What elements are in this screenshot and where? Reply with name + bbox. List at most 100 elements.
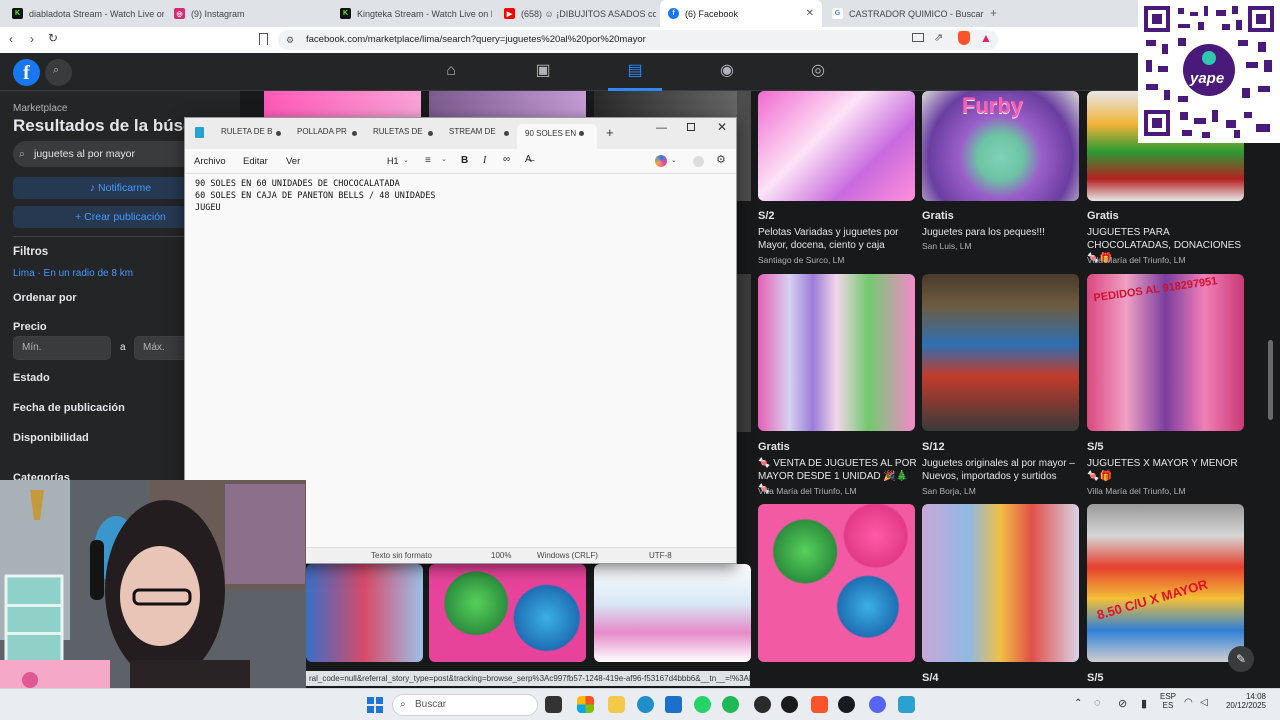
notepad-tab[interactable]: RULETAS DE [373,127,423,136]
brave-rewards-icon[interactable]: ▲ [980,31,992,45]
groups-icon[interactable]: ◉ [717,61,737,81]
site-info-icon[interactable]: ⚙ [286,30,294,50]
listing-image[interactable] [758,91,915,201]
reload-icon[interactable]: ↻ [48,31,58,45]
listing-image[interactable]: PEDIDOS AL 918297951 [1087,274,1244,431]
heading-dropdown[interactable]: H1 [387,156,399,166]
listing-image[interactable] [306,564,423,662]
list-icon[interactable]: ≡ [425,155,431,166]
listing-image[interactable]: 8.50 C/U X MAYOR [1087,504,1244,662]
minimize-icon[interactable]: — [656,122,667,134]
availability-filter[interactable]: Disponibilidad [13,432,89,444]
scrollbar[interactable] [1268,340,1273,420]
notepad-text-area[interactable]: 90 SOLES EN 60 UNIDADES DE CHOCOCALATADA… [195,178,436,214]
unsaved-dot-icon [428,131,433,136]
obs-icon[interactable] [754,696,771,713]
italic-icon[interactable]: I [483,155,486,166]
listing-image[interactable] [758,274,915,431]
language-indicator[interactable]: ESP ES [1160,692,1176,710]
back-icon[interactable]: ‹ [9,32,13,46]
brave-icon[interactable] [811,696,828,713]
edge-icon[interactable] [637,696,654,713]
gaming-icon[interactable]: ◎ [808,61,828,81]
taskbar-search-input[interactable]: ⌕ Buscar [392,694,538,716]
listing-image[interactable] [922,504,1079,662]
status-zoom[interactable]: 100% [491,551,511,560]
close-icon[interactable]: ✕ [806,8,814,19]
tab-kick-kingteka[interactable]: K Kingteka Stream - Watch Live on Kick [332,0,492,27]
whatsapp-icon[interactable] [694,696,711,713]
app-icon[interactable] [781,696,798,713]
tab-kick-diabladota[interactable]: K diabladota Stream - Watch Live on Ki [4,0,164,27]
listing-title[interactable]: Juguetes para los peques!!! [922,226,1082,239]
listing-image[interactable] [264,91,421,117]
compose-icon[interactable]: ✎ [1228,646,1254,672]
listing-image[interactable] [429,564,586,662]
steam-icon[interactable] [838,696,855,713]
home-icon[interactable]: ⌂ [441,61,461,81]
location-filter[interactable]: Lima · En un radio de 8 km [13,268,133,279]
notification-off-icon[interactable]: ⊘ [1118,697,1127,710]
clear-format-icon[interactable]: A̶ [525,154,532,165]
search-button[interactable]: ⌕ [45,59,72,86]
menu-file[interactable]: Archivo [194,156,226,167]
gear-icon[interactable]: ⚙ [716,153,726,166]
account-icon[interactable] [693,156,704,167]
clock[interactable]: 14:08 20/12/2025 [1214,692,1266,710]
link-icon[interactable]: ∞ [503,154,510,165]
notepad-icon[interactable] [898,696,915,713]
notepad-tab[interactable]: RULETA DE B [221,127,272,136]
copilot-icon[interactable] [655,155,667,167]
menu-view[interactable]: Ver [286,156,300,167]
notepad-tab[interactable]: STREAM DE [449,127,496,136]
new-tab-button[interactable]: + [990,6,997,20]
facebook-logo[interactable]: f [13,59,40,86]
listing-title[interactable]: JUGUETES X MAYOR Y MENOR 🍬🎁 [1087,457,1247,483]
tab-youtube[interactable]: ▶ (658) ☺ ¡DIBUJITOS ASADOS con V [496,0,656,27]
listing-image[interactable] [594,564,751,662]
brave-shield-icon[interactable] [958,31,970,45]
bold-icon[interactable]: B [461,155,468,166]
mail-icon[interactable] [665,696,682,713]
share-icon[interactable]: ⇗ [934,31,943,44]
tab-instagram[interactable]: ◎ (9) Instagram [166,0,326,27]
listing-image[interactable] [737,274,751,432]
notepad-tab[interactable]: POLLADA PR [297,127,347,136]
address-bar[interactable]: ⚙ facebook.com/marketplace/lima/search?q… [278,30,998,50]
close-icon[interactable]: ✕ [717,120,727,134]
tab-facebook[interactable]: f (6) Facebook ✕ [660,0,822,27]
wifi-icon[interactable]: ◠ [1184,697,1193,708]
forward-icon[interactable]: › [30,32,34,46]
new-tab-button[interactable]: + [606,125,614,140]
sort-filter[interactable]: Ordenar por [13,292,77,304]
file-explorer-icon[interactable] [608,696,625,713]
listing-image[interactable] [758,504,915,662]
discord-icon[interactable] [869,696,886,713]
listing-title[interactable]: Juguetes originales al por mayor – Nuevo… [922,457,1082,483]
bookmark-icon[interactable] [259,33,268,45]
condition-filter[interactable]: Estado [13,372,50,384]
menu-edit[interactable]: Editar [243,156,268,167]
chevron-up-icon[interactable]: ⌃ [1074,698,1082,709]
cast-icon[interactable] [912,33,924,42]
notepad-tab-active[interactable]: 90 SOLES EN [517,124,597,149]
listing-image[interactable] [737,91,751,201]
spotify-icon[interactable] [722,696,739,713]
tab-google[interactable]: G CASTRADOR QUIMICO - Buscar con [824,0,984,27]
volume-icon[interactable]: ◁ [1200,697,1208,708]
marketplace-icon[interactable]: ▤ [625,61,645,81]
listing-image[interactable] [429,91,586,117]
listing-image[interactable] [594,91,751,117]
listing-image[interactable] [922,274,1079,431]
video-icon[interactable]: ▣ [533,61,553,81]
listing-title[interactable]: Pelotas Variadas y juguetes por Mayor, d… [758,226,918,252]
listing-image[interactable]: Furby [922,91,1079,201]
ms-store-icon[interactable] [577,696,594,713]
task-view-icon[interactable] [545,696,562,713]
date-filter[interactable]: Fecha de publicación [13,402,125,414]
maximize-icon[interactable] [687,123,695,131]
min-price-input[interactable]: Mín. [13,336,111,360]
microphone-icon[interactable]: ▮ [1141,697,1147,710]
network-icon[interactable]: ◌ [1094,697,1101,709]
windows-start-icon[interactable] [367,697,383,713]
